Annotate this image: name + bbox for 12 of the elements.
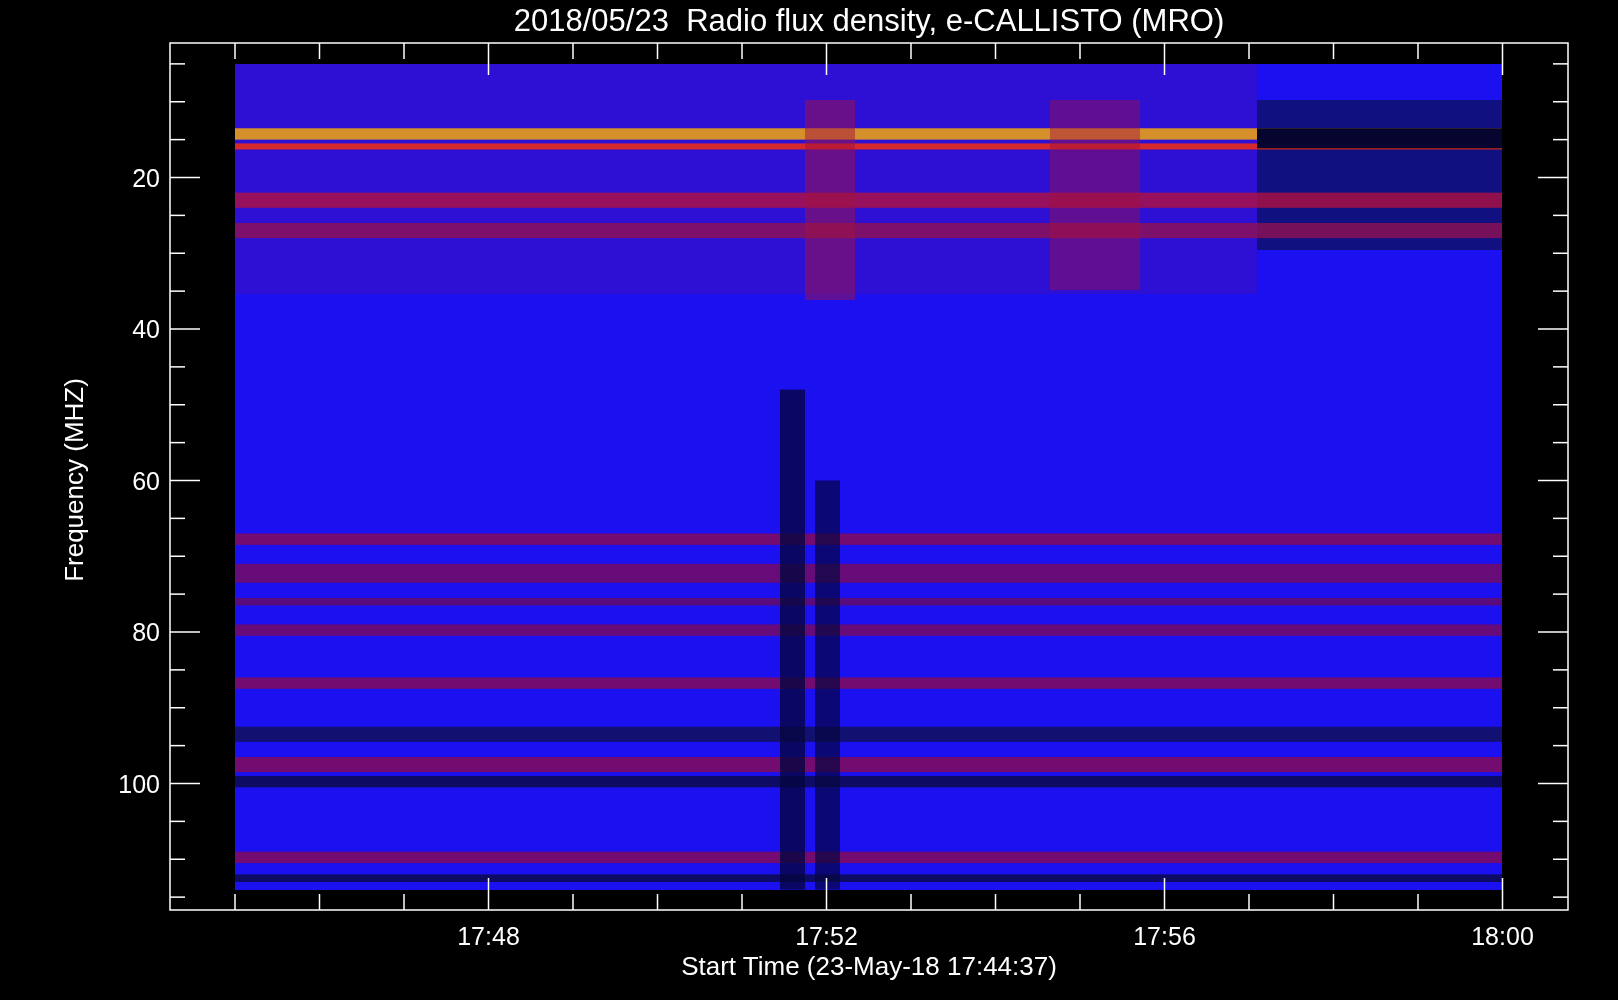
x-axis-label: Start Time (23-May-18 17:44:37) bbox=[681, 951, 1057, 981]
y-tick-label: 20 bbox=[132, 163, 160, 192]
y-tick-label: 40 bbox=[132, 315, 160, 343]
x-tick-label: 17:48 bbox=[457, 922, 520, 950]
y-tick-label: 100 bbox=[118, 769, 160, 798]
y-tick-label: 60 bbox=[132, 466, 160, 495]
y-axis-label: Frequency (MHZ) bbox=[59, 378, 89, 582]
x-tick-label: 17:52 bbox=[795, 922, 858, 950]
chart-title: 2018/05/23 Radio flux density, e-CALLISTO (MRO) bbox=[513, 3, 1225, 38]
x-tick-label: 18:00 bbox=[1471, 922, 1534, 950]
x-tick-label: 17:56 bbox=[1133, 922, 1196, 950]
y-tick-label: 80 bbox=[132, 618, 160, 646]
